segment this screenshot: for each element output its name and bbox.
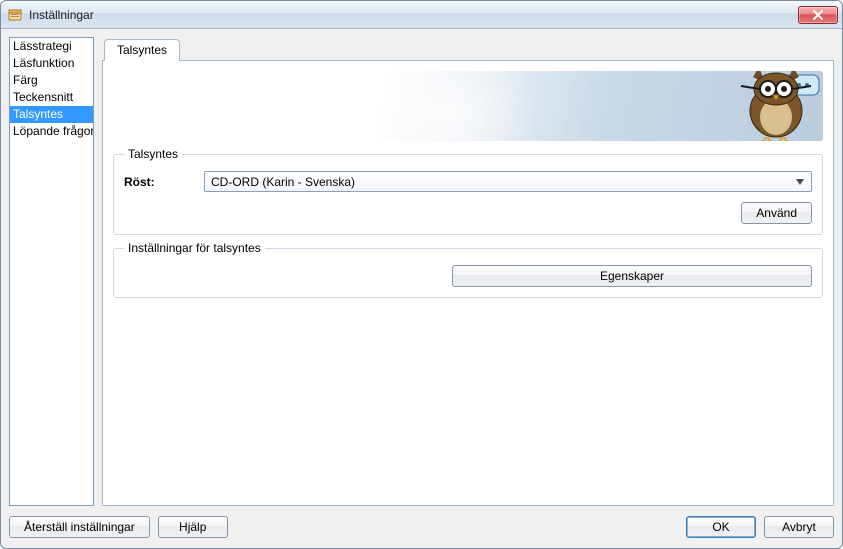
window-title: Inställningar bbox=[29, 8, 798, 22]
close-button[interactable] bbox=[798, 6, 838, 24]
title-buttons bbox=[798, 6, 838, 24]
category-sidebar: Lässtrategi Läsfunktion Färg Teckensnitt… bbox=[9, 37, 94, 506]
settings-window: Inställningar Lässtrategi Läsfunktion Fä… bbox=[0, 0, 843, 549]
sidebar-item-lasfunktion[interactable]: Läsfunktion bbox=[10, 55, 93, 72]
titlebar: Inställningar bbox=[1, 1, 842, 29]
apply-button[interactable]: Använd bbox=[741, 202, 812, 224]
main-row: Lässtrategi Läsfunktion Färg Teckensnitt… bbox=[9, 37, 834, 506]
apply-row: Använd bbox=[124, 202, 812, 224]
voice-combobox-value: CD-ORD (Karin - Svenska) bbox=[211, 175, 793, 189]
tab-panel-talsyntes: Talsyntes Röst: CD-ORD (Karin - Svenska) bbox=[102, 61, 834, 506]
voice-row: Röst: CD-ORD (Karin - Svenska) bbox=[124, 171, 812, 192]
tts-settings-group: Inställningar för talsyntes Egenskaper bbox=[113, 241, 823, 298]
sidebar-item-farg[interactable]: Färg bbox=[10, 72, 93, 89]
properties-button-label: Egenskaper bbox=[600, 269, 664, 283]
sidebar-item-talsyntes[interactable]: Talsyntes bbox=[10, 106, 93, 123]
cancel-button[interactable]: Avbryt bbox=[764, 516, 834, 538]
tab-label: Talsyntes bbox=[117, 43, 167, 57]
help-button-label: Hjälp bbox=[179, 520, 206, 534]
apply-button-label: Använd bbox=[756, 206, 797, 220]
content-area: Talsyntes bbox=[102, 37, 834, 506]
body-area: Lässtrategi Läsfunktion Färg Teckensnitt… bbox=[1, 29, 842, 548]
chevron-down-icon bbox=[793, 179, 807, 185]
talsyntes-group: Talsyntes Röst: CD-ORD (Karin - Svenska) bbox=[113, 147, 823, 235]
reset-button[interactable]: Återställ inställningar bbox=[9, 516, 150, 538]
ok-button[interactable]: OK bbox=[686, 516, 756, 538]
tabbar: Talsyntes bbox=[102, 37, 834, 61]
sidebar-item-teckensnitt[interactable]: Teckensnitt bbox=[10, 89, 93, 106]
help-button[interactable]: Hjälp bbox=[158, 516, 228, 538]
voice-label: Röst: bbox=[124, 175, 196, 189]
app-icon bbox=[7, 7, 23, 23]
sidebar-item-lopande-fragor[interactable]: Löpande frågor bbox=[10, 123, 93, 140]
footer: Återställ inställningar Hjälp OK Avbryt bbox=[9, 506, 834, 540]
close-icon bbox=[812, 10, 824, 20]
ok-button-label: OK bbox=[712, 520, 729, 534]
sidebar-item-lasstrategi[interactable]: Lässtrategi bbox=[10, 38, 93, 55]
voice-combobox[interactable]: CD-ORD (Karin - Svenska) bbox=[204, 171, 812, 192]
properties-button[interactable]: Egenskaper bbox=[452, 265, 812, 287]
properties-row: Egenskaper bbox=[124, 265, 812, 287]
tts-settings-legend: Inställningar för talsyntes bbox=[124, 241, 265, 255]
talsyntes-legend: Talsyntes bbox=[124, 147, 182, 161]
header-banner bbox=[113, 71, 823, 141]
tab-talsyntes[interactable]: Talsyntes bbox=[104, 39, 180, 61]
cancel-button-label: Avbryt bbox=[782, 520, 816, 534]
owl-mascot-icon bbox=[735, 71, 817, 141]
reset-button-label: Återställ inställningar bbox=[24, 520, 135, 534]
